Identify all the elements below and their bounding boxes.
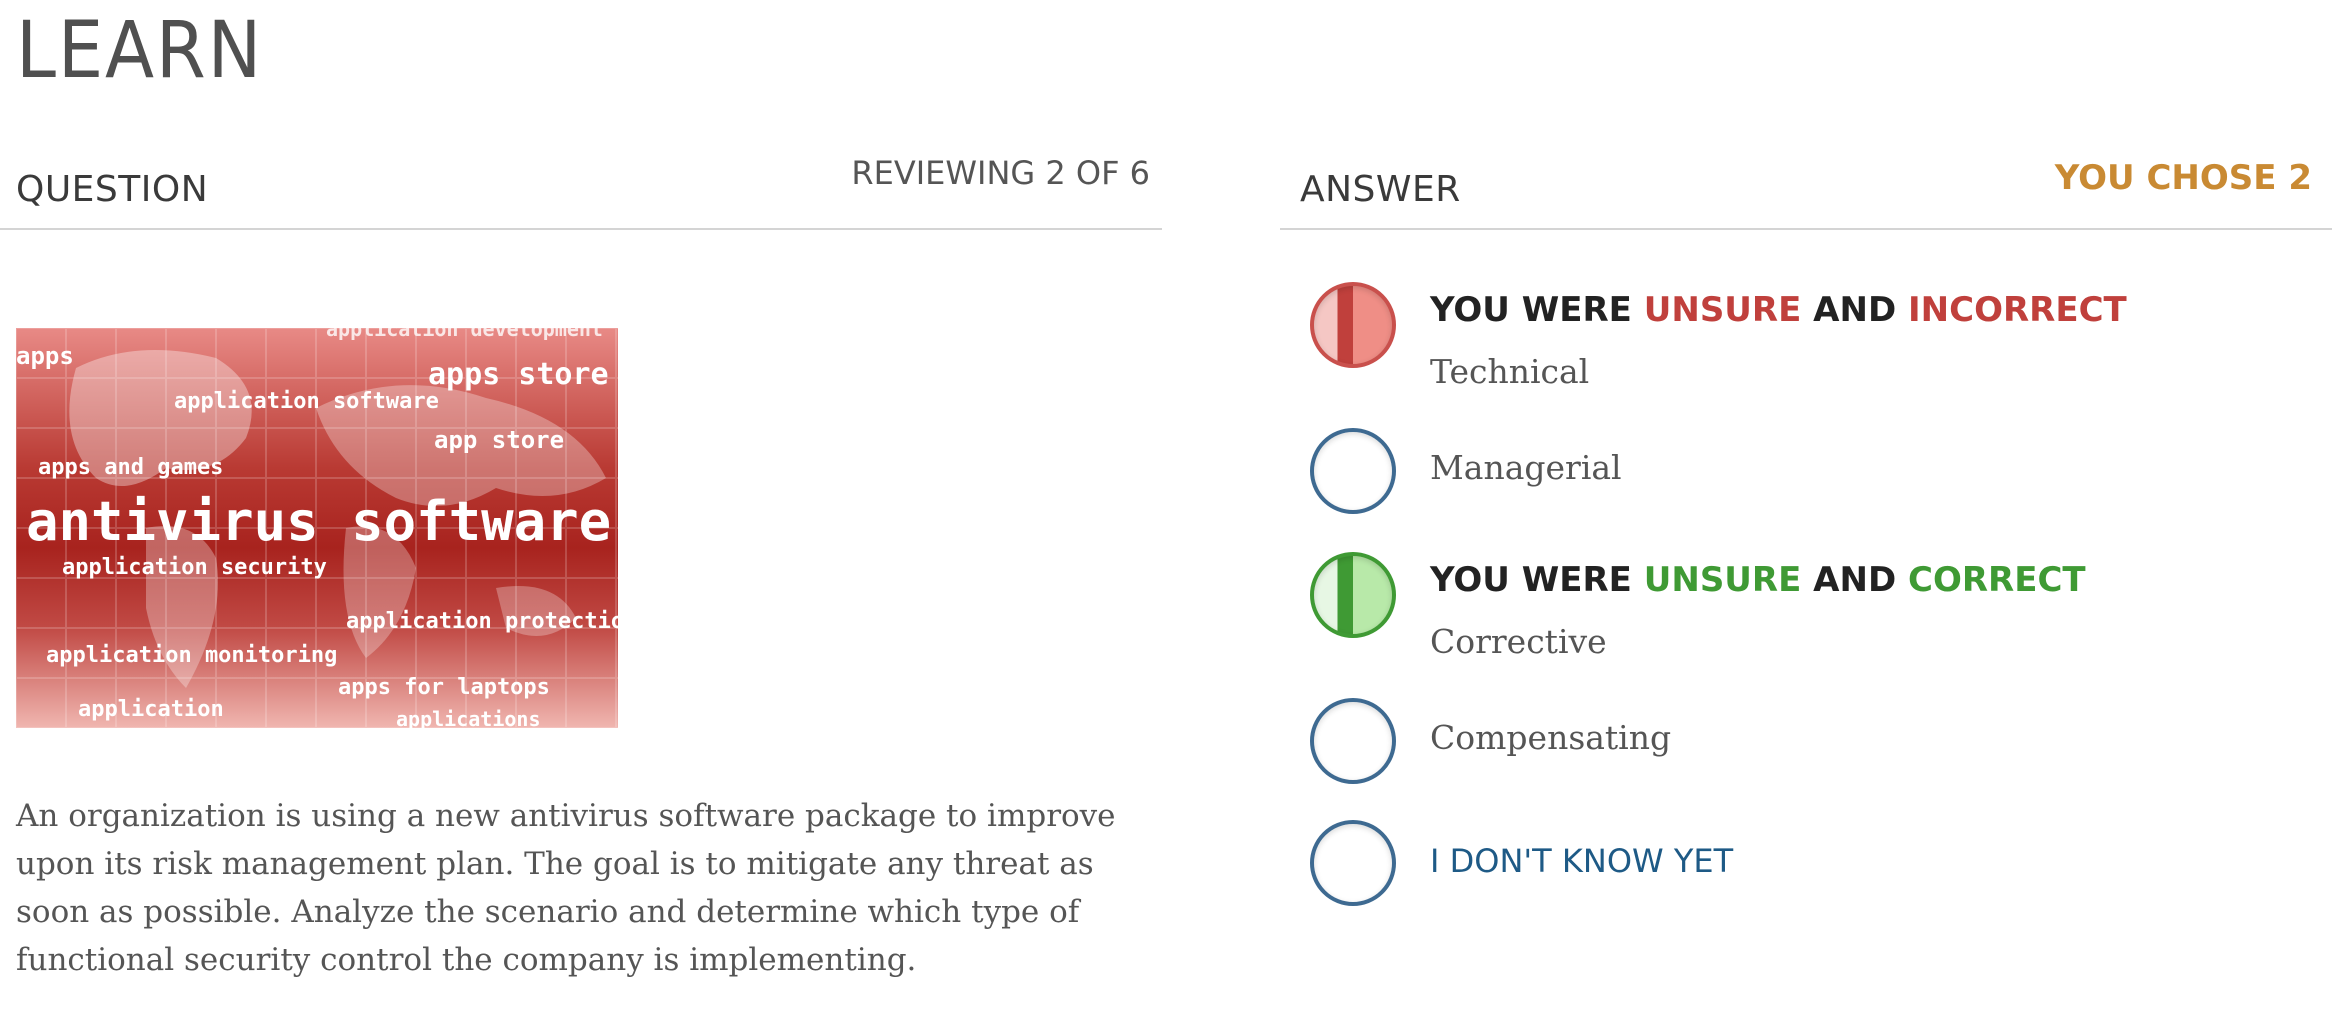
choice-summary: YOU CHOSE 2: [2054, 158, 2312, 198]
status-prefix: YOU WERE: [1430, 290, 1632, 330]
page-title: LEARN: [16, 6, 264, 96]
answer-header: ANSWER YOU CHOSE 2: [1280, 142, 2332, 230]
status-unsure: UNSURE: [1643, 560, 1802, 600]
tag-application-security: application security: [62, 555, 327, 580]
empty-radio-icon[interactable]: [1310, 820, 1396, 906]
status-incorrect: INCORRECT: [1908, 290, 2127, 330]
answer-heading: ANSWER: [1300, 169, 1461, 210]
status-correct: CORRECT: [1908, 560, 2086, 600]
question-heading: QUESTION: [16, 169, 209, 210]
half-filled-red-radio-icon[interactable]: [1310, 282, 1396, 368]
question-text: An organization is using a new antivirus…: [16, 798, 1116, 978]
dont-know-label: I DON'T KNOW YET: [1430, 842, 1734, 880]
answer-option-compensating[interactable]: Compensating: [1310, 698, 2310, 788]
answer-option-dont-know[interactable]: I DON'T KNOW YET: [1310, 820, 2310, 910]
tag-application-development: application development: [326, 328, 603, 341]
question-image: application development apps apps store …: [16, 328, 618, 728]
review-progress: REVIEWING 2 OF 6: [851, 154, 1150, 192]
empty-radio-icon[interactable]: [1310, 428, 1396, 514]
empty-radio-icon[interactable]: [1310, 698, 1396, 784]
tag-app-store: app store: [434, 426, 564, 454]
option-label: Compensating: [1430, 718, 1672, 757]
option-label: Technical: [1430, 352, 1590, 391]
status-and: AND: [1813, 560, 1897, 600]
tag-application: application: [78, 697, 224, 722]
antivirus-software-illustration: application development apps apps store …: [16, 328, 618, 728]
tag-application-protection: application protection: [346, 609, 618, 634]
option-label: Corrective: [1430, 622, 1607, 661]
main-caption: antivirus software: [26, 490, 611, 553]
tag-applications: applications: [396, 707, 541, 728]
status-unsure: UNSURE: [1643, 290, 1802, 330]
tag-apps-store: apps store: [428, 357, 609, 392]
tag-apps-and-games: apps and games: [38, 455, 223, 480]
status-unsure-correct: YOU WERE UNSURE AND CORRECT: [1430, 560, 2086, 600]
status-unsure-incorrect: YOU WERE UNSURE AND INCORRECT: [1430, 290, 2127, 330]
half-filled-green-radio-icon[interactable]: [1310, 552, 1396, 638]
tag-application-monitoring: application monitoring: [46, 643, 337, 668]
answer-option-managerial[interactable]: Managerial: [1310, 428, 2310, 518]
tag-apps-for-laptops: apps for laptops: [338, 675, 550, 700]
answer-option-technical[interactable]: YOU WERE UNSURE AND INCORRECT Technical: [1310, 282, 2310, 402]
status-and: AND: [1813, 290, 1897, 330]
status-prefix: YOU WERE: [1430, 560, 1632, 600]
tag-apps: apps: [16, 342, 74, 370]
option-label: Managerial: [1430, 448, 1622, 487]
question-header: QUESTION REVIEWING 2 OF 6: [0, 142, 1162, 230]
answer-option-corrective[interactable]: YOU WERE UNSURE AND CORRECT Corrective: [1310, 552, 2310, 672]
tag-application-software: application software: [174, 389, 439, 414]
